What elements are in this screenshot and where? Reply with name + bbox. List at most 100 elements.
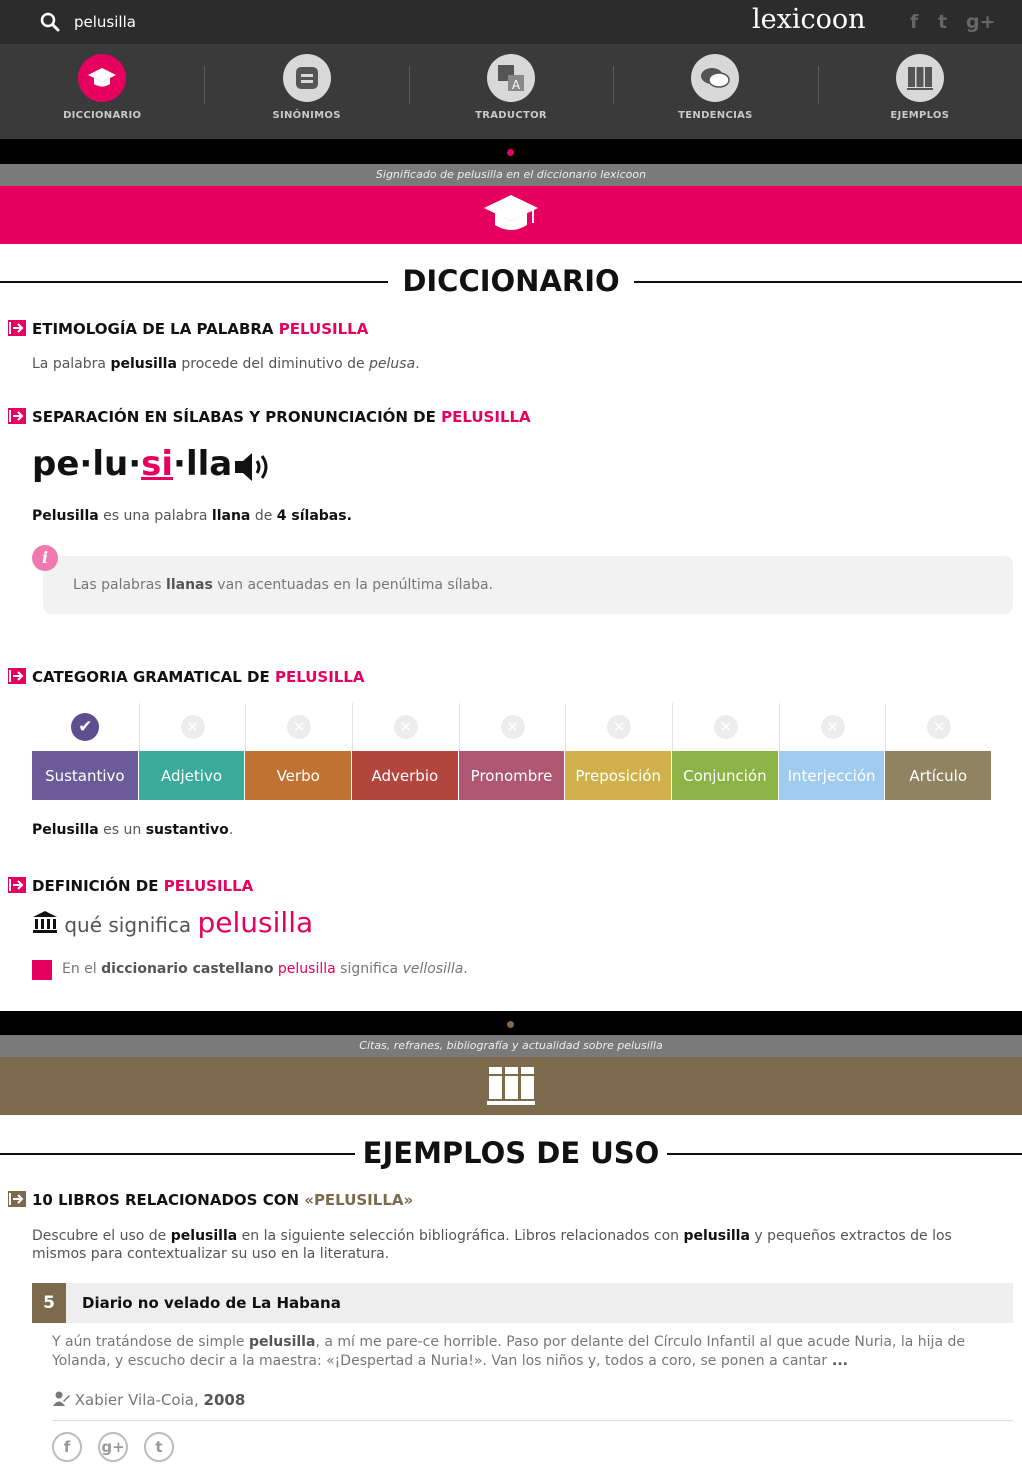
category-label: Adverbio: [352, 751, 459, 800]
logo[interactable]: lexicoon: [752, 4, 866, 35]
examples-title: EJEMPLOS DE USO: [0, 1133, 1022, 1173]
category-label: Pronombre: [458, 751, 566, 800]
category-adverbio: ✕ Adverbio: [352, 703, 459, 800]
synonyms-icon: [282, 54, 331, 102]
dictionary-title: DICCIONARIO: [0, 261, 1022, 301]
heading-keyword: «PELUSILLA»: [304, 1191, 414, 1209]
book-excerpt: Y aún tratándose de simple pelusilla, a …: [52, 1334, 965, 1369]
category-conjuncion: ✕ Conjunción: [672, 703, 779, 800]
arrow-right-icon: [8, 320, 26, 336]
arrow-right-icon: [8, 408, 26, 424]
twitter-icon[interactable]: t: [938, 11, 947, 33]
category-label: Interjección: [778, 751, 886, 800]
syllables-text: Pelusilla es una palabra llana de 4 síla…: [32, 508, 352, 524]
books-icon: [487, 1067, 535, 1105]
author-icon: [53, 1391, 70, 1406]
info-text: Las palabras llanas van acentuadas en la…: [73, 577, 493, 593]
book-item[interactable]: 5 Diario no velado de La Habana: [32, 1283, 1013, 1323]
category-sustantivo: ✔ Sustantivo: [32, 703, 139, 800]
graduation-cap-icon: [78, 54, 127, 102]
category-label: Preposición: [565, 751, 673, 800]
category-preposicion: ✕ Preposición: [565, 703, 673, 800]
share-twitter-icon[interactable]: t: [144, 1432, 174, 1462]
speaker-icon[interactable]: [233, 450, 271, 484]
nav-tendencias[interactable]: TENDENCIAS: [613, 44, 817, 139]
definition-bullet: [32, 960, 52, 980]
search-icon[interactable]: [40, 12, 60, 32]
x-icon: ✕: [287, 715, 312, 739]
share-google-plus-icon[interactable]: g+: [98, 1432, 128, 1462]
nav-traductor[interactable]: A TRADUCTOR: [408, 44, 613, 139]
books-description: Descubre el uso de pelusilla en la sigui…: [32, 1228, 952, 1262]
read-more-link[interactable]: ...: [827, 1353, 848, 1369]
x-icon: ✕: [820, 715, 845, 739]
section-dot: [507, 1021, 514, 1028]
institution-icon: [33, 911, 57, 933]
books-icon: [895, 54, 944, 102]
category-interjeccion: ✕ Interjección: [778, 703, 886, 800]
arrow-right-icon: [8, 668, 26, 684]
category-label: Artículo: [885, 751, 993, 800]
nav-ejemplos[interactable]: EJEMPLOS: [817, 44, 1022, 139]
category-label: Adjetivo: [138, 751, 246, 800]
graduation-cap-icon: [484, 195, 538, 230]
nav-sinonimos[interactable]: SINÓNIMOS: [204, 44, 408, 139]
category-articulo: ✕ Artículo: [885, 703, 993, 800]
examples-band: [0, 1057, 1022, 1115]
dictionary-band: [0, 186, 1022, 244]
nav-label: SINÓNIMOS: [272, 110, 341, 121]
search-input[interactable]: pelusilla: [74, 13, 136, 31]
heading-text: CATEGORIA GRAMATICAL DE: [32, 668, 270, 686]
main-nav: DICCIONARIO SINÓNIMOS A TRADUCTOR TENDEN…: [0, 44, 1022, 139]
category-text: Pelusilla es un sustantivo.: [32, 822, 234, 838]
translate-icon: A: [487, 54, 536, 102]
x-icon: ✕: [393, 715, 418, 739]
syllables-heading: SEPARACIÓN EN SÍLABAS Y PRONUNCIACIÓN DE…: [8, 408, 531, 426]
category-label: Verbo: [245, 751, 353, 800]
heading-text: 10 LIBROS RELACIONADOS CON: [32, 1191, 300, 1209]
book-title[interactable]: Diario no velado de La Habana: [82, 1294, 341, 1312]
heading-keyword: PELUSILLA: [274, 668, 365, 686]
category-adjetivo: ✕ Adjetivo: [138, 703, 246, 800]
facebook-icon[interactable]: f: [910, 11, 918, 33]
grammar-categories: ✔ Sustantivo ✕ Adjetivo ✕ Verbo ✕ Adverbio ✕…: [32, 703, 993, 800]
category-label: Conjunción: [672, 751, 779, 800]
info-icon: i: [32, 545, 58, 571]
heading-keyword: PELUSILLA: [163, 877, 254, 895]
divider: [52, 1420, 1013, 1421]
check-icon: ✔: [71, 713, 100, 741]
heading-keyword: PELUSILLA: [441, 408, 531, 426]
books-heading: 10 LIBROS RELACIONADOS CON «PELUSILLA»: [8, 1191, 413, 1209]
category-label: Sustantivo: [32, 751, 139, 800]
x-icon: ✕: [713, 715, 738, 739]
nav-diccionario[interactable]: DICCIONARIO: [0, 44, 204, 139]
heading-text: DEFINICIÓN DE: [32, 877, 159, 895]
nav-label: TENDENCIAS: [678, 110, 753, 121]
google-plus-icon[interactable]: g+: [966, 11, 996, 33]
section-dot: [507, 149, 514, 156]
x-icon: ✕: [180, 715, 205, 739]
category-verbo: ✕ Verbo: [245, 703, 353, 800]
category-heading: CATEGORIA GRAMATICAL DE PELUSILLA: [8, 668, 365, 686]
x-icon: ✕: [607, 715, 632, 739]
etymology-text: La palabra pelusilla procede del diminut…: [32, 356, 420, 372]
share-facebook-icon[interactable]: f: [52, 1432, 82, 1462]
page-title: DICCIONARIO: [402, 264, 620, 298]
nav-label: EJEMPLOS: [890, 110, 950, 121]
definition-title: qué significa pelusilla: [32, 906, 313, 939]
category-pronombre: ✕ Pronombre: [458, 703, 566, 800]
definition-heading: DEFINICIÓN DE PELUSILLA: [8, 877, 253, 895]
svg-text:A: A: [512, 78, 521, 92]
x-icon: ✕: [500, 715, 525, 739]
definition-text: En el diccionario castellano pelusilla s…: [62, 961, 468, 977]
page-title: EJEMPLOS DE USO: [362, 1136, 660, 1170]
arrow-right-icon: [8, 1191, 26, 1207]
etymology-heading: ETIMOLOGÍA DE LA PALABRA PELUSILLA: [8, 320, 368, 338]
section-subtitle: Citas, refranes, bibliografía y actualid…: [0, 1035, 1022, 1057]
section-divider: [0, 139, 1022, 165]
section-subtitle: Significado de pelusilla en el diccionar…: [0, 164, 1022, 186]
heading-text: SEPARACIÓN EN SÍLABAS Y PRONUNCIACIÓN DE: [32, 408, 436, 426]
nav-label: TRADUCTOR: [475, 110, 547, 121]
heading-text: ETIMOLOGÍA DE LA PALABRA: [32, 320, 274, 338]
syllable-separation: pe·lu·si·lla: [32, 444, 233, 484]
